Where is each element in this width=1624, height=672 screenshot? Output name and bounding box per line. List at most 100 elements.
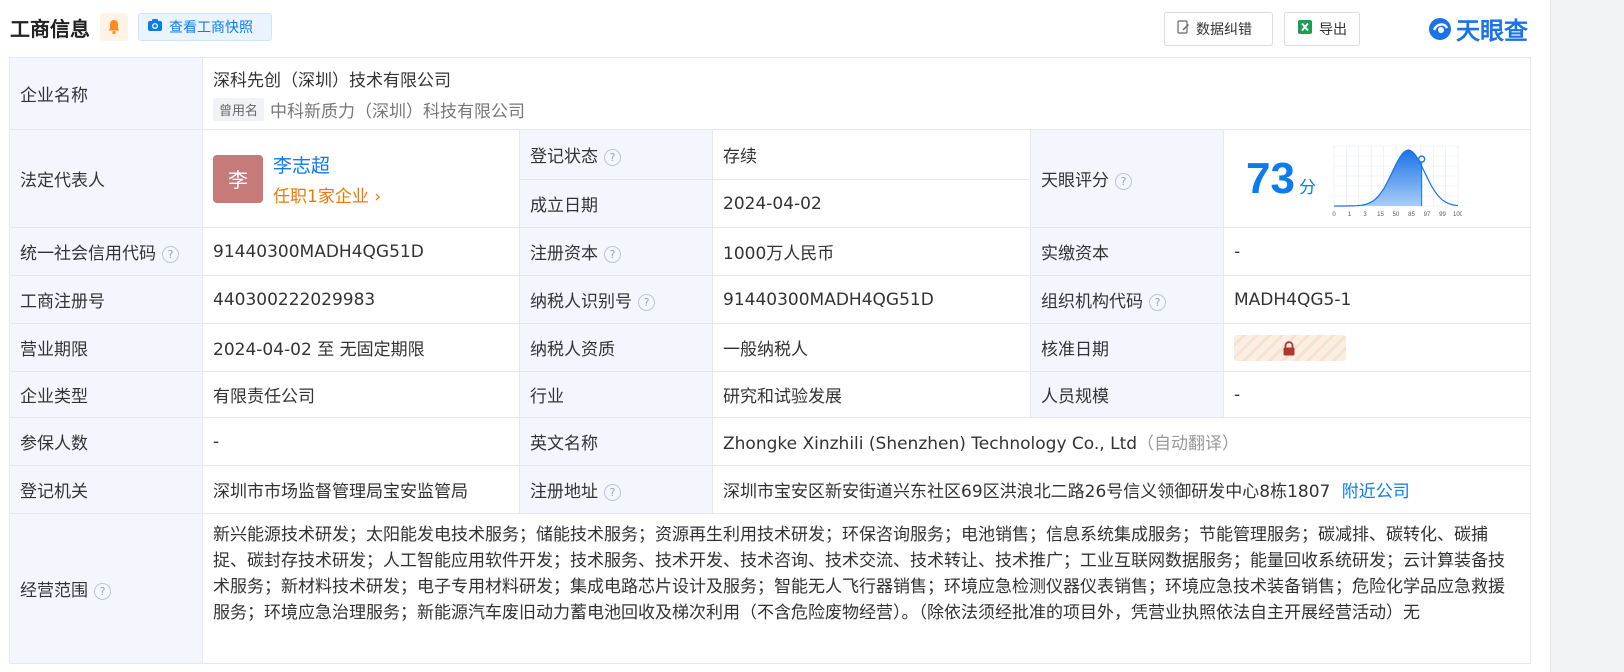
score-tick-label: 85 [1408, 212, 1415, 218]
page-scrollbar[interactable] [1550, 0, 1624, 672]
table-row: 登记机关 深圳市市场监督管理局宝安监管局 注册地址? 深圳市宝安区新安街道兴东社… [9, 465, 1532, 514]
reg-address-label: 注册地址 [530, 482, 598, 502]
nearby-companies-link[interactable]: 附近公司 [1342, 482, 1410, 502]
industry-label: 行业 [519, 371, 713, 418]
taxpayer-id-label: 纳税人识别号 [530, 292, 632, 312]
reg-authority-label: 登记机关 [9, 465, 203, 514]
score-label-cell: 天眼评分? [1030, 129, 1224, 228]
table-row: 统一社会信用代码? 91440300MADH4QG51D 注册资本? 1000万… [9, 227, 1532, 276]
staff-size-label: 人员规模 [1030, 371, 1224, 418]
edit-doc-icon [1177, 20, 1190, 38]
biz-scope-label-cell: 经营范围? [9, 513, 203, 664]
staff-size-value: - [1222, 371, 1532, 418]
english-name-label: 英文名称 [519, 417, 713, 466]
company-name: 深科先创（深圳）技术有限公司 [213, 70, 451, 91]
score-value: 73 [1246, 153, 1295, 203]
help-icon[interactable]: ? [94, 582, 111, 600]
legal-rep-label: 法定代表人 [9, 129, 203, 228]
score-tick-label: 50 [1393, 212, 1400, 218]
score-tick-label: 100 [1453, 212, 1462, 218]
help-icon[interactable]: ? [1149, 293, 1166, 311]
business-info-table: 企业名称 深科先创（深圳）技术有限公司 曾用名 中科新质力（深圳）科技有限公司 法… [9, 57, 1532, 664]
table-row: 参保人数 - 英文名称 Zhongke Xinzhili (Shenzhen) … [9, 417, 1532, 466]
reg-status-label-cell: 登记状态? [519, 129, 713, 180]
reg-address-value: 深圳市宝安区新安街道兴东社区69区洪浪北二路26号信义领御研发中心8栋1807 [723, 482, 1331, 502]
table-row: 经营范围? 新兴能源技术研发；太阳能发电技术服务；储能技术服务；资源再生利用技术… [9, 513, 1532, 664]
help-icon[interactable]: ? [604, 483, 621, 501]
logo-text: 天眼查 [1456, 17, 1528, 45]
english-name-value: Zhongke Xinzhili (Shenzhen) Technology C… [723, 434, 1138, 454]
reg-address-label-cell: 注册地址? [519, 465, 713, 514]
score-marker [1417, 154, 1426, 163]
tianyancha-logo: 天眼查 [1428, 11, 1528, 46]
biz-scope-value: 新兴能源技术研发；太阳能发电技术服务；储能技术服务；资源再生利用技术研发；环保咨… [201, 513, 1532, 664]
biz-term-value: 2024-04-02 至 无固定期限 [202, 323, 520, 372]
reg-address-cell: 深圳市宝安区新安街道兴东社区69区洪浪北二路26号信义领御研发中心8栋1807 … [711, 465, 1532, 514]
view-snapshot-label: 查看工商快照 [169, 20, 253, 36]
avatar[interactable]: 李 [213, 154, 263, 203]
lock-icon [1283, 340, 1295, 355]
excel-icon [1297, 19, 1313, 39]
help-icon[interactable]: ? [604, 245, 621, 263]
section-title: 工商信息 [10, 17, 90, 41]
taxpayer-qual-value: 一般纳税人 [712, 323, 1031, 372]
insured-label: 参保人数 [9, 417, 203, 466]
help-icon[interactable]: ? [604, 148, 621, 166]
reg-capital-value: 1000万人民币 [712, 227, 1031, 276]
company-type-label: 企业类型 [9, 371, 203, 418]
camera-icon [147, 18, 163, 36]
data-correction-label: 数据纠错 [1196, 22, 1252, 38]
biz-term-label: 营业期限 [9, 323, 203, 372]
legal-rep-name-link[interactable]: 李志超 [273, 151, 381, 178]
table-row: 企业名称 深科先创（深圳）技术有限公司 曾用名 中科新质力（深圳）科技有限公司 [9, 57, 1532, 130]
help-icon[interactable]: ? [162, 245, 179, 263]
biz-reg-no-value: 440300222029983 [202, 275, 520, 324]
former-name-tag: 曾用名 [213, 97, 265, 121]
locked-value[interactable] [1234, 334, 1346, 361]
help-icon[interactable]: ? [1115, 172, 1132, 190]
view-snapshot-button[interactable]: 查看工商快照 [138, 13, 272, 41]
legal-rep-cell: 李 李志超 任职1家企业 › [202, 129, 520, 228]
org-code-label-cell: 组织机构代码? [1030, 275, 1224, 324]
company-type-value: 有限责任公司 [202, 371, 520, 418]
former-name: 中科新质力（深圳）科技有限公司 [270, 101, 526, 122]
credit-code-label-cell: 统一社会信用代码? [9, 227, 203, 276]
reg-authority-value: 深圳市市场监督管理局宝安监管局 [202, 465, 520, 514]
taxpayer-id-value: 91440300MADH4QG51D [712, 275, 1031, 324]
org-code-label: 组织机构代码 [1041, 292, 1143, 312]
table-row: 营业期限 2024-04-02 至 无固定期限 纳税人资质 一般纳税人 核准日期 [9, 323, 1532, 372]
org-code-value: MADH4QG5-1 [1222, 275, 1532, 324]
data-correction-button[interactable]: 数据纠错 [1164, 12, 1273, 46]
score-area [1334, 149, 1422, 206]
credit-code-label: 统一社会信用代码 [20, 244, 156, 264]
score-distribution-chart: 0 1 3 15 50 85 97 99 100 [1332, 145, 1462, 218]
score-tick-label: 0 [1332, 212, 1336, 218]
score-cell[interactable]: 73 分 0 1 3 15 50 85 97 99 100 [1222, 129, 1532, 228]
taxpayer-qual-label: 纳税人资质 [519, 323, 713, 372]
table-row: 企业类型 有限责任公司 行业 研究和试验发展 人员规模 - [9, 371, 1532, 418]
bell-icon[interactable] [100, 13, 128, 41]
biz-scope-label: 经营范围 [20, 581, 88, 601]
score-label: 天眼评分 [1041, 171, 1109, 191]
company-name-cell: 深科先创（深圳）技术有限公司 曾用名 中科新质力（深圳）科技有限公司 [201, 57, 1532, 130]
industry-value: 研究和试验发展 [712, 371, 1031, 418]
taxpayer-id-label-cell: 纳税人识别号? [519, 275, 713, 324]
reg-capital-label-cell: 注册资本? [519, 227, 713, 276]
company-name-label: 企业名称 [9, 57, 203, 130]
auto-translate-note: （自动翻译） [1137, 434, 1240, 454]
est-date-value: 2024-04-02 [712, 179, 1031, 228]
biz-reg-no-label: 工商注册号 [9, 275, 203, 324]
legal-rep-positions-link[interactable]: 任职1家企业 › [273, 182, 381, 207]
table-row: 法定代表人 李 李志超 任职1家企业 › 登记状态? 存续 天眼评分? 73 分 … [9, 129, 1532, 228]
table-row: 工商注册号 440300222029983 纳税人识别号? 91440300MA… [9, 275, 1532, 324]
reg-status-value: 存续 [712, 129, 1031, 180]
section-header: 工商信息 查看工商快照 数据纠错 导出 天眼查 [0, 0, 1530, 54]
help-icon[interactable]: ? [638, 293, 655, 311]
score-tick-label: 97 [1424, 212, 1431, 218]
score-tick-label: 1 [1348, 212, 1352, 218]
export-button[interactable]: 导出 [1284, 12, 1360, 46]
credit-code-value: 91440300MADH4QG51D [202, 227, 520, 276]
english-name-cell: Zhongke Xinzhili (Shenzhen) Technology C… [711, 417, 1532, 466]
score-tick-label: 15 [1377, 212, 1384, 218]
paid-capital-label: 实缴资本 [1030, 227, 1224, 276]
